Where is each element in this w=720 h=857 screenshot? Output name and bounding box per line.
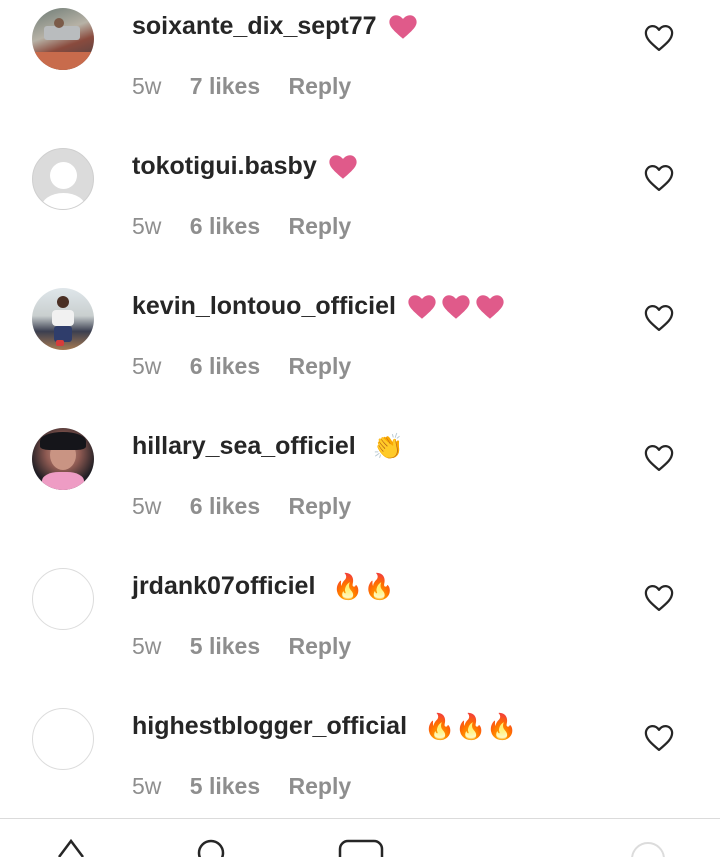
avatar-photo-detail [52,310,74,326]
comment-header: jrdank07officiel 🔥🔥 [132,568,395,604]
comment-meta: 5w 7 likes Reply [132,70,351,102]
avatar-photo-detail [32,52,94,70]
search-icon[interactable] [196,837,226,857]
comment-meta: 5w 6 likes Reply [132,490,351,522]
heart-outline-icon[interactable] [644,24,674,52]
comment-item: hillary_sea_officiel 👏 5w 6 likes Reply [0,420,720,560]
comment-timestamp: 5w [132,773,162,799]
comment-meta: 5w 5 likes Reply [132,770,351,802]
comment-username[interactable]: jrdank07officiel [132,572,315,600]
comment-timestamp: 5w [132,493,162,519]
avatar[interactable] [32,288,94,350]
pink-heart-icon [442,295,470,320]
avatar-photo-detail [54,18,64,28]
comment-timestamp: 5w [132,633,162,659]
reply-button[interactable]: Reply [289,353,352,379]
comment-username[interactable]: highestblogger_official [132,712,407,740]
comment-username[interactable]: kevin_lontouo_officiel [132,292,396,320]
comment-item: soixante_dix_sept77 5w 7 likes Reply [0,0,720,140]
heart-outline-icon[interactable] [644,164,674,192]
comment-item: tokotigui.basby 5w 6 likes Reply [0,140,720,280]
avatar[interactable] [32,428,94,490]
avatar-photo-detail [44,26,80,40]
comment-header: hillary_sea_officiel 👏 [132,428,404,464]
bottom-nav-bar [0,818,720,857]
comment-timestamp: 5w [132,73,162,99]
new-post-icon[interactable] [338,837,384,857]
avatar[interactable] [32,568,94,630]
comment-timestamp: 5w [132,213,162,239]
reply-button[interactable]: Reply [289,213,352,239]
fire-icon: 🔥🔥🔥 [423,713,518,742]
avatar[interactable] [32,708,94,770]
comment-header: tokotigui.basby [132,148,358,184]
comment-list: soixante_dix_sept77 5w 7 likes Reply tok… [0,0,720,840]
comment-header: kevin_lontouo_officiel [132,288,505,324]
avatar-photo-detail [56,340,64,346]
pink-heart-icon [388,15,417,40]
reply-button[interactable]: Reply [289,73,352,99]
comment-username[interactable]: tokotigui.basby [132,152,317,180]
avatar-photo-detail [42,472,84,490]
profile-avatar-icon[interactable] [630,837,666,857]
avatar-photo-detail [57,296,69,308]
heart-outline-icon[interactable] [644,584,674,612]
comment-timestamp: 5w [132,353,162,379]
comment-item: kevin_lontouo_officiel 5w 6 likes Reply [0,280,720,420]
comment-meta: 5w 6 likes Reply [132,350,351,382]
reply-button[interactable]: Reply [289,773,352,799]
default-avatar-body [41,193,86,209]
comment-likes-count[interactable]: 6 likes [190,493,260,519]
comment-header: highestblogger_official 🔥🔥🔥 [132,708,517,744]
comment-likes-count[interactable]: 5 likes [190,773,260,799]
comment-likes-count[interactable]: 6 likes [190,353,260,379]
avatar-photo-detail [40,432,86,450]
comment-meta: 5w 5 likes Reply [132,630,351,662]
fire-icon: 🔥🔥 [332,573,395,602]
comment-likes-count[interactable]: 5 likes [190,633,260,659]
default-avatar-head [50,162,77,189]
heart-outline-icon[interactable] [644,444,674,472]
comment-likes-count[interactable]: 6 likes [190,213,260,239]
heart-outline-icon[interactable] [644,724,674,752]
home-icon[interactable] [56,837,86,857]
comment-username[interactable]: soixante_dix_sept77 [132,12,377,40]
avatar[interactable] [32,148,94,210]
comment-meta: 5w 6 likes Reply [132,210,351,242]
pink-heart-icon [476,295,504,320]
clapping-hands-icon: 👏 [372,433,404,462]
reply-button[interactable]: Reply [289,633,352,659]
pink-heart-icon [408,295,436,320]
heart-outline-icon[interactable] [644,304,674,332]
comment-username[interactable]: hillary_sea_officiel [132,432,356,460]
reply-button[interactable]: Reply [289,493,352,519]
avatar[interactable] [32,8,94,70]
comment-header: soixante_dix_sept77 [132,8,418,44]
comment-item: jrdank07officiel 🔥🔥 5w 5 likes Reply [0,560,720,700]
comment-likes-count[interactable]: 7 likes [190,73,260,99]
pink-heart-icon [329,155,357,180]
